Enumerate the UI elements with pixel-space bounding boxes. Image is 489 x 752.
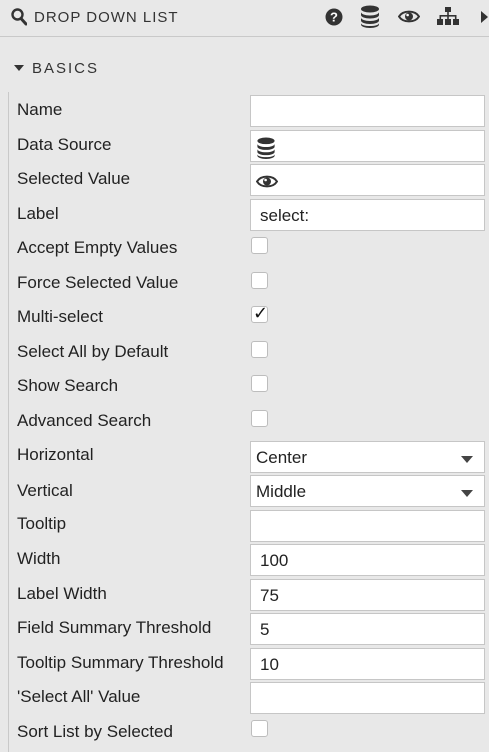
eye-icon[interactable] <box>256 174 278 189</box>
database-icon[interactable] <box>360 5 380 28</box>
prop-row-accept-empty: Accept Empty Values <box>0 232 489 266</box>
help-icon[interactable]: ? <box>325 8 343 26</box>
prop-label: Multi-select <box>17 307 103 326</box>
prop-label: Sort List by Selected <box>17 722 173 741</box>
name-input[interactable] <box>250 95 485 127</box>
basics-section-header[interactable]: BASICS <box>0 52 489 82</box>
prop-label: Data Source <box>17 135 112 154</box>
prop-label: Advanced Search <box>17 411 152 430</box>
field-value: 75 <box>260 586 279 605</box>
prop-row-vertical: Vertical Middle <box>0 474 489 508</box>
prop-label: Selected Value <box>17 169 131 188</box>
vertical-select[interactable]: Middle <box>250 475 485 507</box>
tooltip-summary-threshold-input[interactable]: 10 <box>250 648 485 680</box>
prop-row-label: Label select: <box>0 198 489 232</box>
checkmark-icon: ✓ <box>253 303 269 324</box>
prop-label: Horizontal <box>17 445 94 464</box>
prop-row-select-all-value: 'Select All' Value <box>0 681 489 715</box>
prop-row-width: Width 100 <box>0 543 489 577</box>
prop-row-select-all-default: Select All by Default <box>0 336 489 370</box>
field-value: select: <box>260 206 310 225</box>
prop-label: Name <box>17 100 63 119</box>
panel-title: DROP DOWN LIST <box>34 9 179 26</box>
prop-label: Label <box>17 204 59 223</box>
show-search-checkbox[interactable] <box>251 375 268 392</box>
prop-label: Tooltip <box>17 514 67 533</box>
prop-row-advanced-search: Advanced Search <box>0 405 489 439</box>
width-input[interactable]: 100 <box>250 544 485 576</box>
prop-label: 'Select All' Value <box>17 687 141 706</box>
svg-text:?: ? <box>330 10 338 25</box>
advanced-search-checkbox[interactable] <box>251 410 268 427</box>
prop-label: Label Width <box>17 584 107 603</box>
prop-row-tooltip: Tooltip <box>0 509 489 543</box>
prop-label: Accept Empty Values <box>17 238 178 257</box>
panel-header: DROP DOWN LIST ? <box>0 0 489 37</box>
select-all-value-input[interactable] <box>250 682 485 714</box>
prop-row-selected-value: Selected Value <box>0 163 489 197</box>
prop-label: Vertical <box>17 481 73 500</box>
prop-label: Show Search <box>17 376 119 395</box>
label-input[interactable]: select: <box>250 199 485 231</box>
prop-label: Field Summary Threshold <box>17 618 212 637</box>
prop-row-multi-select: Multi-select ✓ <box>0 301 489 335</box>
data-source-input[interactable] <box>250 130 485 162</box>
prop-label: Force Selected Value <box>17 273 179 292</box>
horizontal-select[interactable]: Center <box>250 441 485 473</box>
section-label: BASICS <box>32 60 100 77</box>
eye-icon[interactable] <box>398 9 420 24</box>
force-selected-checkbox[interactable] <box>251 272 268 289</box>
select-all-default-checkbox[interactable] <box>251 341 268 358</box>
prop-label: Select All by Default <box>17 342 169 361</box>
prop-label: Width <box>17 549 61 568</box>
field-value: 10 <box>260 655 279 674</box>
prop-row-horizontal: Horizontal Center <box>0 440 489 474</box>
prop-row-force-selected: Force Selected Value <box>0 267 489 301</box>
field-value: Center <box>256 448 308 467</box>
hierarchy-icon[interactable] <box>437 7 459 26</box>
prop-label: Tooltip Summary Threshold <box>17 653 224 672</box>
caret-down-icon <box>14 65 24 71</box>
chevron-down-icon <box>461 456 473 463</box>
search-icon[interactable] <box>11 8 27 26</box>
prop-row-sort-by-selected: Sort List by Selected <box>0 716 489 750</box>
accept-empty-checkbox[interactable] <box>251 237 268 254</box>
prop-row-name: Name <box>0 94 489 128</box>
expand-arrow-icon[interactable] <box>481 11 488 23</box>
field-value: Middle <box>256 482 307 501</box>
database-icon[interactable] <box>256 137 276 159</box>
label-width-input[interactable]: 75 <box>250 579 485 611</box>
field-summary-threshold-input[interactable]: 5 <box>250 613 485 645</box>
tooltip-input[interactable] <box>250 510 485 542</box>
sort-by-selected-checkbox[interactable] <box>251 720 268 737</box>
multi-select-checkbox[interactable]: ✓ <box>251 303 269 324</box>
field-value: 100 <box>260 551 289 570</box>
prop-row-label-width: Label Width 75 <box>0 578 489 612</box>
selected-value-input[interactable] <box>250 164 485 196</box>
chevron-down-icon <box>461 490 473 497</box>
prop-row-field-summary: Field Summary Threshold 5 <box>0 612 489 646</box>
field-value: 5 <box>260 620 270 639</box>
prop-row-data-source: Data Source <box>0 129 489 163</box>
prop-row-tooltip-summary: Tooltip Summary Threshold 10 <box>0 647 489 681</box>
prop-row-show-search: Show Search <box>0 370 489 404</box>
